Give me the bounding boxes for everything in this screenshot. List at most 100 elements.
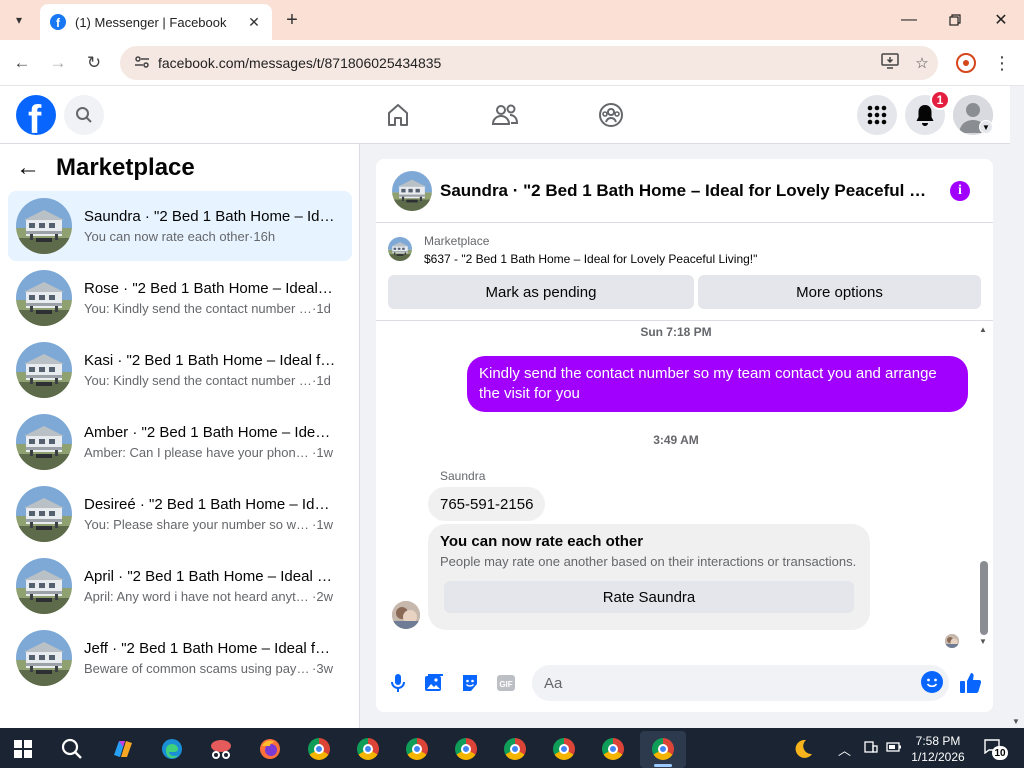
show-hidden-icons-chevron-icon[interactable]: ︿ <box>838 740 851 759</box>
chat-header-thumbnail[interactable] <box>392 171 432 211</box>
conversation-item[interactable]: Saundra · "2 Bed 1 Bath Home – Ideal for… <box>8 191 352 261</box>
listing-title[interactable]: $637 - "2 Bed 1 Bath Home – Ideal for Lo… <box>424 252 757 266</box>
message-composer: GIF Aa <box>376 659 993 707</box>
gif-icon[interactable]: GIF <box>494 671 518 695</box>
scrollbar-thumb[interactable] <box>980 561 988 635</box>
clock-time: 7:58 PM <box>915 734 961 748</box>
sticker-icon[interactable] <box>458 671 482 695</box>
close-window-icon[interactable]: ✕ <box>978 0 1024 40</box>
firefox-icon[interactable] <box>255 734 285 764</box>
address-bar[interactable]: facebook.com/messages/t/871806025434835 … <box>120 46 938 80</box>
search-icon[interactable] <box>64 95 104 135</box>
page-scroll-down-arrow-icon[interactable]: ▼ <box>1012 717 1020 726</box>
rate-card-title: You can now rate each other <box>440 533 644 550</box>
groups-icon[interactable] <box>594 98 628 132</box>
conversation-name: April · "2 Bed 1 Bath Home – Ideal for L… <box>84 568 336 585</box>
conversation-item[interactable]: Rose · "2 Bed 1 Bath Home – Ideal for Lo… <box>8 263 352 333</box>
browser-tab-bar: ▾ f (1) Messenger | Facebook ✕ + — ✕ <box>0 0 1024 40</box>
url-text[interactable]: facebook.com/messages/t/871806025434835 <box>158 55 874 71</box>
sender-avatar[interactable] <box>392 601 420 629</box>
emoji-icon[interactable] <box>921 671 943 693</box>
microphone-icon[interactable] <box>386 671 410 695</box>
snipping-tool-icon[interactable] <box>206 734 236 764</box>
listing-small-thumbnail[interactable] <box>388 237 412 261</box>
notification-center-icon[interactable]: 10 <box>984 738 1008 760</box>
svg-text:GIF: GIF <box>499 680 512 689</box>
reload-icon[interactable]: ↻ <box>80 49 108 77</box>
more-options-button[interactable]: More options <box>698 275 981 309</box>
info-icon[interactable]: i <box>950 181 970 201</box>
listing-thumbnail <box>16 198 72 254</box>
conversation-time: 1w <box>316 517 333 532</box>
browser-menu-icon[interactable]: ⋮ <box>992 51 1012 75</box>
facebook-header: f ▼ <box>0 86 1010 144</box>
conversation-preview: Beware of common scams using payment app… <box>84 661 312 676</box>
taskbar-search-icon[interactable] <box>57 734 87 764</box>
friends-icon[interactable] <box>488 98 522 132</box>
back-arrow-icon[interactable]: ← <box>16 154 48 182</box>
listing-summary: Marketplace $637 - "2 Bed 1 Bath Home – … <box>376 223 993 321</box>
install-app-icon[interactable] <box>874 53 906 73</box>
scroll-up-arrow-icon[interactable]: ▲ <box>979 325 987 334</box>
chat-header-title[interactable]: Saundra · "2 Bed 1 Bath Home – Ideal for… <box>440 181 935 201</box>
tab-title: (1) Messenger | Facebook <box>75 14 227 30</box>
account-chevron-down-icon[interactable]: ▼ <box>979 120 993 134</box>
conversation-time: 1d <box>316 373 331 388</box>
scroll-down-arrow-icon[interactable]: ▼ <box>979 637 987 646</box>
received-message-bubble[interactable]: 765-591-2156 <box>428 487 546 521</box>
browser-tab-messenger[interactable]: f (1) Messenger | Facebook ✕ <box>40 4 272 40</box>
mark-as-pending-button[interactable]: Mark as pending <box>388 275 694 309</box>
conversation-item[interactable]: Amber · "2 Bed 1 Bath Home – Ideal for L… <box>8 407 352 477</box>
copilot-icon[interactable] <box>108 734 138 764</box>
edge-icon[interactable] <box>157 734 187 764</box>
battery-icon[interactable] <box>886 740 902 757</box>
close-tab-icon[interactable]: ✕ <box>246 14 262 31</box>
site-settings-icon[interactable] <box>134 55 152 72</box>
chrome-profile-4-icon[interactable] <box>451 734 481 764</box>
conversation-preview: You: Kindly send the contact number so m… <box>84 373 312 388</box>
minimize-icon[interactable]: — <box>886 0 932 40</box>
thread-scrollbar[interactable]: ▲ ▼ <box>977 325 989 647</box>
marketplace-conversation-list: ← Marketplace Saundra · "2 Bed 1 Bath Ho… <box>0 144 360 728</box>
chrome-profile-3-icon[interactable] <box>402 734 432 764</box>
conversation-item[interactable]: April · "2 Bed 1 Bath Home – Ideal for L… <box>8 551 352 621</box>
chrome-profile-7-icon[interactable] <box>598 734 628 764</box>
menu-grid-icon[interactable] <box>857 95 897 135</box>
rate-user-button[interactable]: Rate Saundra <box>444 581 854 613</box>
windows-start-icon[interactable] <box>8 734 38 764</box>
browser-toolbar: ← → ↻ facebook.com/messages/t/8718060254… <box>0 40 1024 86</box>
rate-each-other-card: You can now rate each other People may r… <box>428 524 870 630</box>
night-mode-moon-icon[interactable] <box>788 734 818 764</box>
new-tab-button[interactable]: + <box>280 8 304 32</box>
tab-search-dropdown-icon[interactable]: ▾ <box>6 8 32 32</box>
conversation-time: 3w <box>316 661 333 676</box>
listing-thumbnail <box>16 270 72 326</box>
chrome-profile-6-icon[interactable] <box>549 734 579 764</box>
conversation-item[interactable]: Desireé · "2 Bed 1 Bath Home – Ideal for… <box>8 479 352 549</box>
bookmark-star-icon[interactable]: ☆ <box>906 54 938 72</box>
sent-message-bubble[interactable]: Kindly send the contact number so my tea… <box>467 356 968 412</box>
message-input[interactable]: Aa <box>532 665 949 701</box>
home-icon[interactable] <box>381 98 415 132</box>
browser-profile-icon[interactable] <box>956 53 976 73</box>
conversation-time: 1d <box>316 301 331 316</box>
chrome-profile-2-icon[interactable] <box>353 734 383 764</box>
back-arrow-icon[interactable]: ← <box>8 49 36 77</box>
facebook-logo[interactable]: f <box>16 95 56 135</box>
listing-thumbnail <box>16 414 72 470</box>
chrome-profile-1-icon[interactable] <box>304 734 334 764</box>
page-scrollbar[interactable]: ▼ <box>1010 86 1024 728</box>
forward-arrow-icon[interactable]: → <box>44 49 72 77</box>
restore-icon[interactable] <box>932 0 978 40</box>
photo-icon[interactable] <box>422 671 446 695</box>
network-icon[interactable] <box>864 740 878 757</box>
conversation-item[interactable]: Jeff · "2 Bed 1 Bath Home – Ideal for Lo… <box>8 623 352 693</box>
system-clock[interactable]: 7:58 PM 1/12/2026 <box>908 733 968 765</box>
chrome-active-icon[interactable] <box>648 734 678 764</box>
chrome-profile-5-icon[interactable] <box>500 734 530 764</box>
facebook-favicon-icon: f <box>50 14 66 30</box>
taskbar-active-indicator <box>654 764 672 767</box>
conversation-item[interactable]: Kasi · "2 Bed 1 Bath Home – Ideal for Lo… <box>8 335 352 405</box>
notification-center-count: 10 <box>992 746 1008 760</box>
thumbs-up-icon[interactable] <box>959 671 983 695</box>
